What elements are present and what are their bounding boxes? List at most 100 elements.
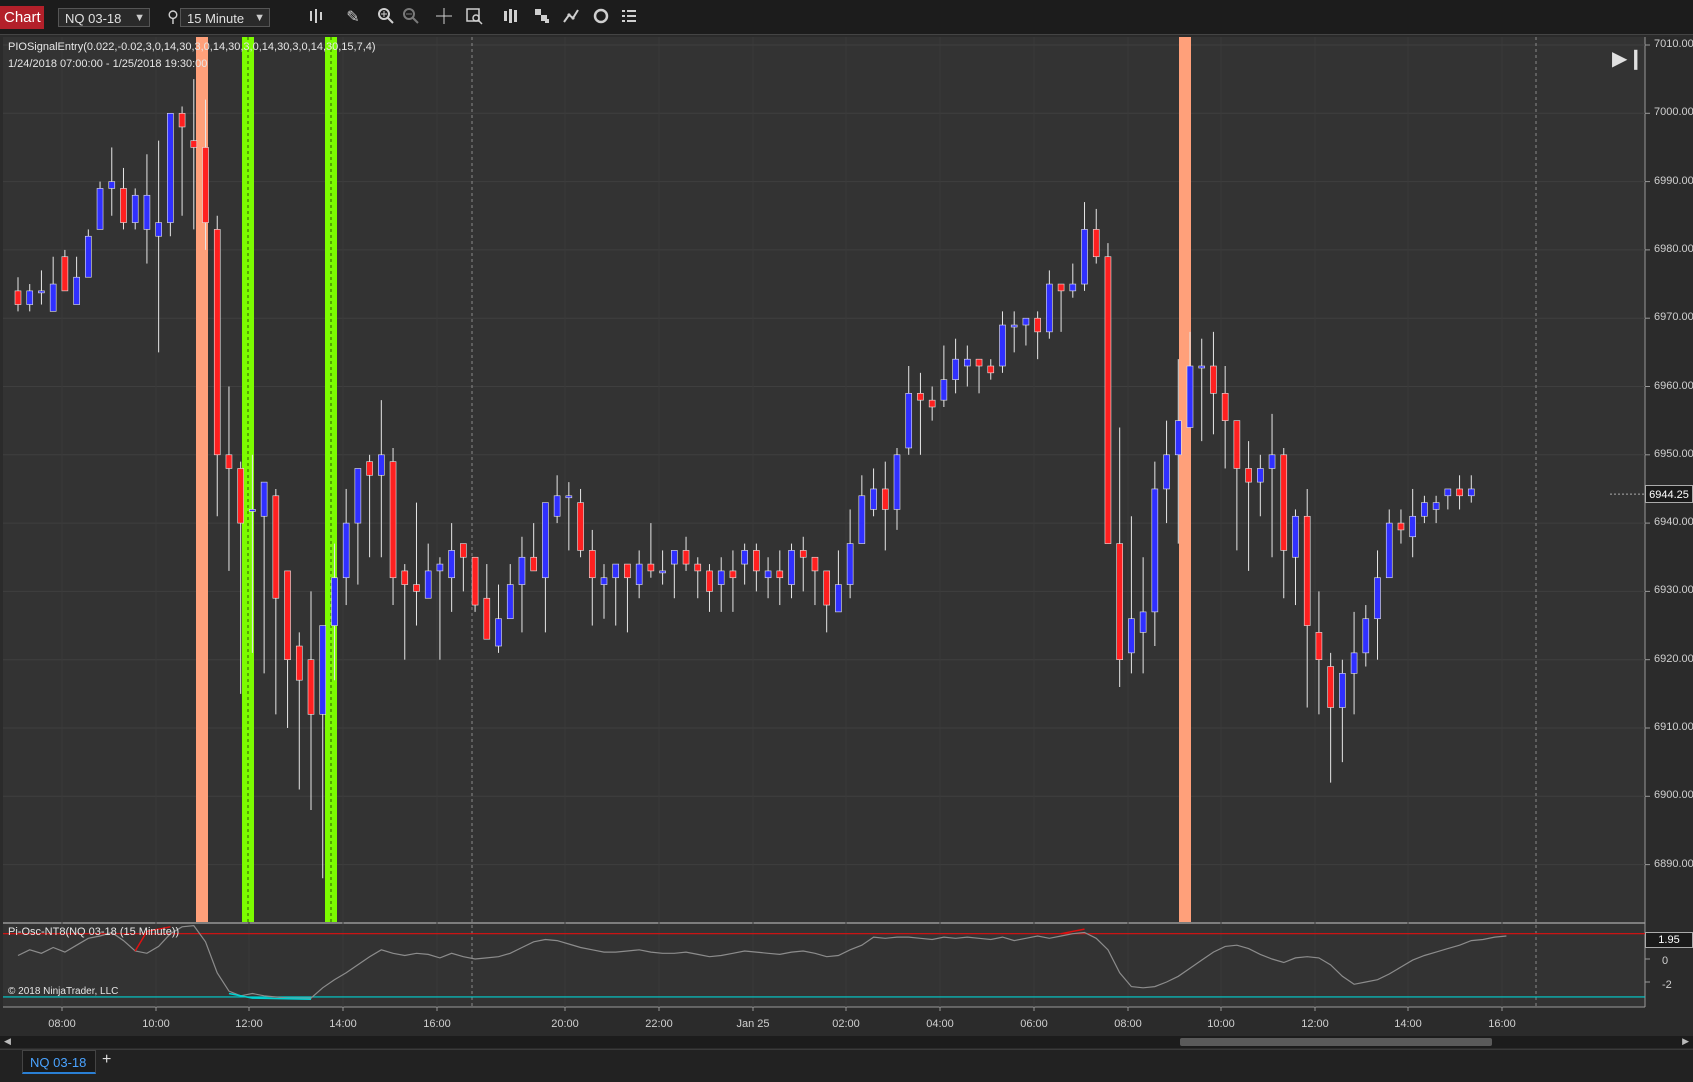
candle-down xyxy=(272,495,280,599)
candle-up xyxy=(940,379,948,401)
candle-up xyxy=(378,454,385,476)
candle-down xyxy=(1221,393,1229,421)
indicator-label: PIOSignalEntry(0.022,-0.02,3,0,14,30,3,0… xyxy=(8,41,376,53)
price-axis-label: 6920.00 xyxy=(1654,652,1693,665)
sell-signal-band xyxy=(1179,37,1191,922)
candle-down xyxy=(225,454,233,469)
candle-up xyxy=(1444,488,1452,497)
price-axis-label: 6930.00 xyxy=(1654,584,1693,597)
candle-down xyxy=(284,570,291,660)
candle-up xyxy=(858,495,866,544)
candle-up xyxy=(553,495,561,517)
candle-down xyxy=(1233,420,1241,469)
candle-up xyxy=(26,290,34,305)
candle-down xyxy=(1315,632,1323,661)
candle-down xyxy=(237,468,244,524)
oscillator-label: Pi-Osc-NT8(NQ 03-18 (15 Minute)) xyxy=(8,926,180,938)
scroll-to-end-icon[interactable]: ▶❙ xyxy=(1612,46,1644,72)
add-tab-button[interactable]: + xyxy=(102,1051,111,1069)
candle-up xyxy=(1257,468,1264,483)
candle-down xyxy=(190,140,198,148)
candle-up xyxy=(717,570,725,585)
candle-up xyxy=(495,618,502,647)
candle-down xyxy=(753,550,760,572)
copyright-text: © 2018 NinjaTrader, LLC xyxy=(8,986,119,997)
candle-down xyxy=(1092,229,1100,258)
candle-down xyxy=(1280,454,1288,551)
candle-up xyxy=(331,577,338,626)
candle-up xyxy=(1350,652,1358,674)
time-axis-label: 06:00 xyxy=(1020,1018,1048,1030)
candle-down xyxy=(483,597,491,640)
price-axis-label: 6890.00 xyxy=(1654,857,1693,870)
candle-up xyxy=(424,570,432,599)
scrollbar-thumb[interactable] xyxy=(1180,1038,1492,1046)
osc-axis-label-minus2: -2 xyxy=(1662,979,1672,991)
candle-up xyxy=(671,550,678,565)
candle-up xyxy=(999,324,1006,367)
candle-up xyxy=(131,194,139,223)
candle-up xyxy=(38,290,45,294)
candle-down xyxy=(706,570,713,592)
candle-up xyxy=(565,495,573,499)
price-axis-label: 6900.00 xyxy=(1654,789,1693,802)
candle-down xyxy=(881,488,889,510)
candle-up xyxy=(1128,618,1135,654)
horizontal-scrollbar[interactable]: ◀ ▶ xyxy=(0,1036,1693,1048)
candle-down xyxy=(577,502,584,551)
price-axis-label: 6910.00 xyxy=(1654,721,1693,733)
price-chart[interactable] xyxy=(0,0,1693,1035)
candle-down xyxy=(120,188,127,223)
candle-up xyxy=(1374,577,1381,620)
price-axis-label: 7000.00 xyxy=(1654,106,1693,119)
candle-up xyxy=(49,283,57,312)
candle-up xyxy=(612,563,620,579)
candle-up xyxy=(788,550,795,585)
time-axis-label: 12:00 xyxy=(235,1018,263,1030)
price-axis-label: 6970.00 xyxy=(1654,311,1693,324)
scroll-right-icon[interactable]: ▶ xyxy=(1682,1036,1689,1047)
candle-down xyxy=(799,550,807,558)
candle-up xyxy=(448,550,455,579)
candle-up xyxy=(518,556,526,585)
candle-up xyxy=(319,625,327,715)
candle-up xyxy=(1385,522,1393,579)
candle-up xyxy=(143,194,151,230)
candle-down xyxy=(1456,488,1463,497)
candle-up xyxy=(764,570,772,579)
time-axis-label: 14:00 xyxy=(1394,1018,1422,1030)
candle-up xyxy=(952,358,959,380)
tab-instrument[interactable]: NQ 03-18 xyxy=(22,1050,96,1074)
candle-up xyxy=(108,181,116,189)
candle-down xyxy=(1327,666,1334,708)
tab-bar xyxy=(0,1049,1693,1082)
time-axis-label: Jan 25 xyxy=(736,1018,770,1030)
candle-down xyxy=(1303,515,1311,626)
time-axis-label: 16:00 xyxy=(423,1018,451,1030)
candle-up xyxy=(1069,283,1077,292)
candle-up xyxy=(354,468,362,524)
candle-down xyxy=(987,365,995,374)
candle-up xyxy=(835,584,842,613)
candle-up xyxy=(1163,454,1170,490)
candle-down xyxy=(61,256,69,292)
candle-up xyxy=(167,113,174,223)
candle-up xyxy=(741,550,748,565)
price-axis-label: 7010.00 xyxy=(1654,38,1693,50)
candle-down xyxy=(1104,256,1112,544)
candle-down xyxy=(1034,317,1041,333)
candle-up xyxy=(1362,618,1370,654)
price-axis-label: 6960.00 xyxy=(1654,379,1693,392)
candle-up xyxy=(1151,488,1159,613)
candle-down xyxy=(1116,543,1123,661)
time-axis-label: 12:00 xyxy=(1301,1018,1329,1030)
time-axis-label: 08:00 xyxy=(1114,1018,1142,1030)
candle-up xyxy=(85,235,92,278)
candle-up xyxy=(635,563,643,585)
candle-up xyxy=(1467,488,1475,497)
scroll-left-icon[interactable]: ◀ xyxy=(4,1036,11,1047)
candle-up xyxy=(1081,229,1088,285)
candle-down xyxy=(811,556,819,572)
candle-down xyxy=(460,543,467,558)
price-axis-label: 6950.00 xyxy=(1654,447,1693,460)
